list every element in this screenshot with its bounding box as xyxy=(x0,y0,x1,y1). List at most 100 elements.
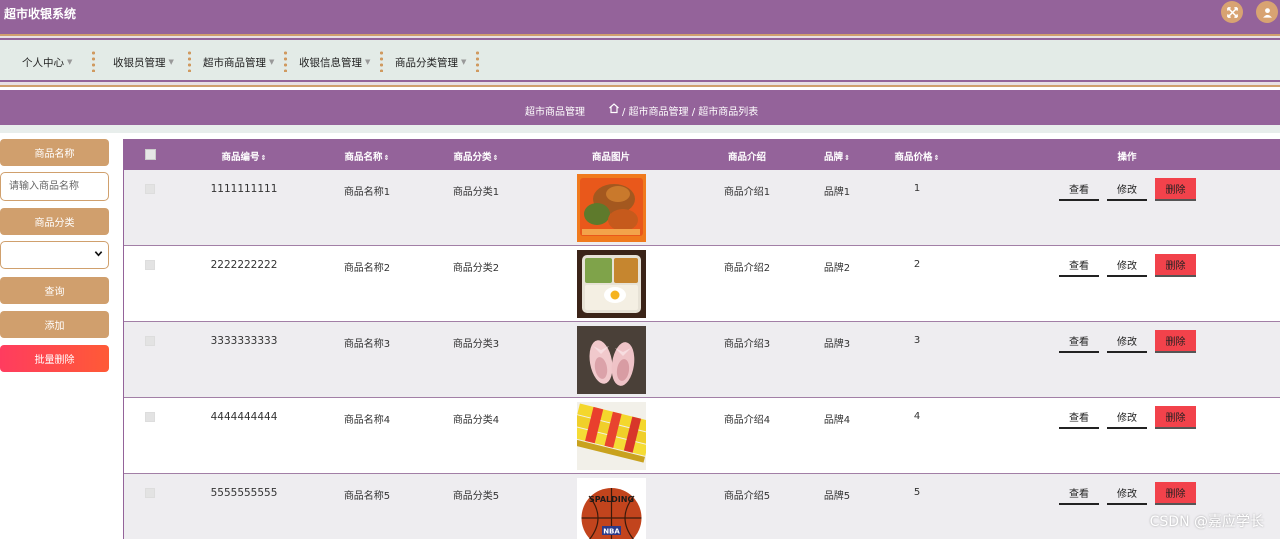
cell-name: 商品名称5 xyxy=(343,491,391,502)
sort-icon: ⇕ xyxy=(260,154,267,162)
user-icon xyxy=(1262,7,1272,18)
column-header-label: 商品价格 xyxy=(894,152,933,163)
product-table: 商品编号⇕ 商品名称⇕ 商品分类⇕ 商品图片 商品介绍 品牌⇕ 商品价格⇕ 操作… xyxy=(123,139,1280,539)
row-checkbox[interactable] xyxy=(145,184,155,194)
breadcrumb: 超市商品管理 / 超市商品管理 / 超市商品列表 xyxy=(0,90,1280,125)
cell-price: 4 xyxy=(913,411,921,422)
cell-code: 2222222222 xyxy=(210,259,278,271)
column-header-label: 商品编号 xyxy=(221,152,260,163)
nav-divider xyxy=(380,50,383,72)
table-row: 2222222222 商品名称2 商品分类2 商品介绍2 品牌2 2 查看 修改… xyxy=(124,246,1280,322)
cell-code: 5555555555 xyxy=(210,487,278,499)
main-nav: 个人中心 ▼ 收银员管理 ▼ 超市商品管理 ▼ 收银信息管理 ▼ 商品分类管理 ▼ xyxy=(0,40,1280,80)
nav-item-product-management[interactable]: 超市商品管理 ▼ xyxy=(203,55,274,70)
nav-item-cashier-management[interactable]: 收银员管理 ▼ xyxy=(113,55,174,70)
cell-intro: 商品介绍3 xyxy=(723,339,771,350)
breadcrumb-path[interactable]: / 超市商品管理 / 超市商品列表 xyxy=(622,103,758,118)
row-checkbox[interactable] xyxy=(145,336,155,346)
nav-item-label: 收银员管理 xyxy=(113,57,166,69)
cell-price: 3 xyxy=(913,335,921,346)
cell-code: 1111111111 xyxy=(210,183,278,195)
delete-button[interactable]: 删除 xyxy=(1155,406,1196,429)
cell-brand: 品牌4 xyxy=(823,415,851,426)
chevron-down-icon: ▼ xyxy=(461,58,467,66)
bento-box-image[interactable] xyxy=(577,250,646,318)
user-menu-button[interactable] xyxy=(1256,1,1278,23)
breadcrumb-title: 超市商品管理 xyxy=(525,107,585,118)
column-header-category[interactable]: 商品分类⇕ xyxy=(454,149,499,163)
sort-icon: ⇕ xyxy=(844,154,850,162)
column-header-label: 品牌 xyxy=(824,152,844,163)
column-header-price[interactable]: 商品价格⇕ xyxy=(895,149,940,163)
cell-price: 5 xyxy=(913,487,921,498)
nav-divider xyxy=(188,50,191,72)
view-button[interactable]: 查看 xyxy=(1059,178,1099,201)
nav-item-label: 超市商品管理 xyxy=(203,57,266,69)
edit-button[interactable]: 修改 xyxy=(1107,406,1147,429)
column-header-actions: 操作 xyxy=(1117,152,1137,163)
delete-button[interactable]: 删除 xyxy=(1155,178,1196,201)
watermark: CSDN @嘉应学长 xyxy=(1149,514,1264,530)
table-row: 4444444444 商品名称4 商品分类4 商品介绍4 品牌4 4 查看 修改 xyxy=(124,398,1280,474)
edit-button[interactable]: 修改 xyxy=(1107,482,1147,505)
cell-name: 商品名称3 xyxy=(343,339,391,350)
snack-rolls-image[interactable] xyxy=(577,402,646,470)
product-category-select[interactable] xyxy=(0,241,109,269)
view-button[interactable]: 查看 xyxy=(1059,254,1099,277)
column-header-name[interactable]: 商品名称⇕ xyxy=(345,149,390,163)
view-button[interactable]: 查看 xyxy=(1059,406,1099,429)
basketball-logo-text: NBA xyxy=(603,528,620,536)
row-checkbox[interactable] xyxy=(145,412,155,422)
product-category-label: 商品分类 xyxy=(0,208,109,235)
home-icon[interactable] xyxy=(608,102,620,114)
delete-button[interactable]: 删除 xyxy=(1155,330,1196,353)
table-row: 5555555555 商品名称5 商品分类5 SPALDING NBA 商品介绍… xyxy=(124,474,1280,539)
chevron-down-icon xyxy=(94,251,103,257)
cell-intro: 商品介绍5 xyxy=(723,491,771,502)
cell-brand: 品牌5 xyxy=(823,491,851,502)
basketball-brand-text: SPALDING xyxy=(589,495,634,504)
delete-button[interactable]: 删除 xyxy=(1155,482,1196,505)
top-header-bar: 超市收银系统 xyxy=(0,0,1280,34)
nav-item-personal-center[interactable]: 个人中心 ▼ xyxy=(22,55,72,70)
edit-button[interactable]: 修改 xyxy=(1107,254,1147,277)
cell-price: 1 xyxy=(913,183,921,194)
chevron-down-icon: ▼ xyxy=(168,58,174,66)
fullscreen-button[interactable] xyxy=(1221,1,1243,23)
cell-intro: 商品介绍1 xyxy=(723,187,771,198)
column-header-label: 商品名称 xyxy=(344,152,383,163)
cell-intro: 商品介绍4 xyxy=(723,415,771,426)
column-header-image: 商品图片 xyxy=(591,152,631,163)
add-button[interactable]: 添加 xyxy=(0,311,109,338)
delete-button[interactable]: 删除 xyxy=(1155,254,1196,277)
nav-divider xyxy=(476,50,479,72)
query-button[interactable]: 查询 xyxy=(0,277,109,304)
column-header-code[interactable]: 商品编号⇕ xyxy=(222,149,267,163)
nav-item-category-management[interactable]: 商品分类管理 ▼ xyxy=(395,55,466,70)
sort-icon: ⇕ xyxy=(933,154,940,162)
nav-divider xyxy=(284,50,287,72)
cell-brand: 品牌1 xyxy=(823,187,851,198)
sort-icon: ⇕ xyxy=(492,154,499,162)
view-button[interactable]: 查看 xyxy=(1059,482,1099,505)
view-button[interactable]: 查看 xyxy=(1059,330,1099,353)
column-header-label: 商品分类 xyxy=(453,152,492,163)
cell-code: 3333333333 xyxy=(210,335,278,347)
table-row: 1111111111 商品名称1 商品分类1 商品介绍1 品牌1 1 查看 修改… xyxy=(124,170,1280,246)
edit-button[interactable]: 修改 xyxy=(1107,178,1147,201)
row-checkbox[interactable] xyxy=(145,488,155,498)
cell-intro: 商品介绍2 xyxy=(723,263,771,274)
pink-shoes-image[interactable] xyxy=(577,326,646,394)
column-header-brand[interactable]: 品牌⇕ xyxy=(824,149,850,163)
row-checkbox[interactable] xyxy=(145,260,155,270)
food-plate-image[interactable] xyxy=(577,174,646,242)
batch-delete-button[interactable]: 批量删除 xyxy=(0,345,109,372)
product-name-search-input[interactable] xyxy=(0,172,109,201)
nav-item-checkout-info-management[interactable]: 收银信息管理 ▼ xyxy=(299,55,370,70)
expand-icon xyxy=(1226,6,1238,18)
basketball-image[interactable]: SPALDING NBA xyxy=(577,478,646,539)
cell-category: 商品分类2 xyxy=(452,263,500,274)
select-all-checkbox[interactable] xyxy=(145,149,156,160)
nav-item-label: 个人中心 xyxy=(22,57,64,69)
edit-button[interactable]: 修改 xyxy=(1107,330,1147,353)
